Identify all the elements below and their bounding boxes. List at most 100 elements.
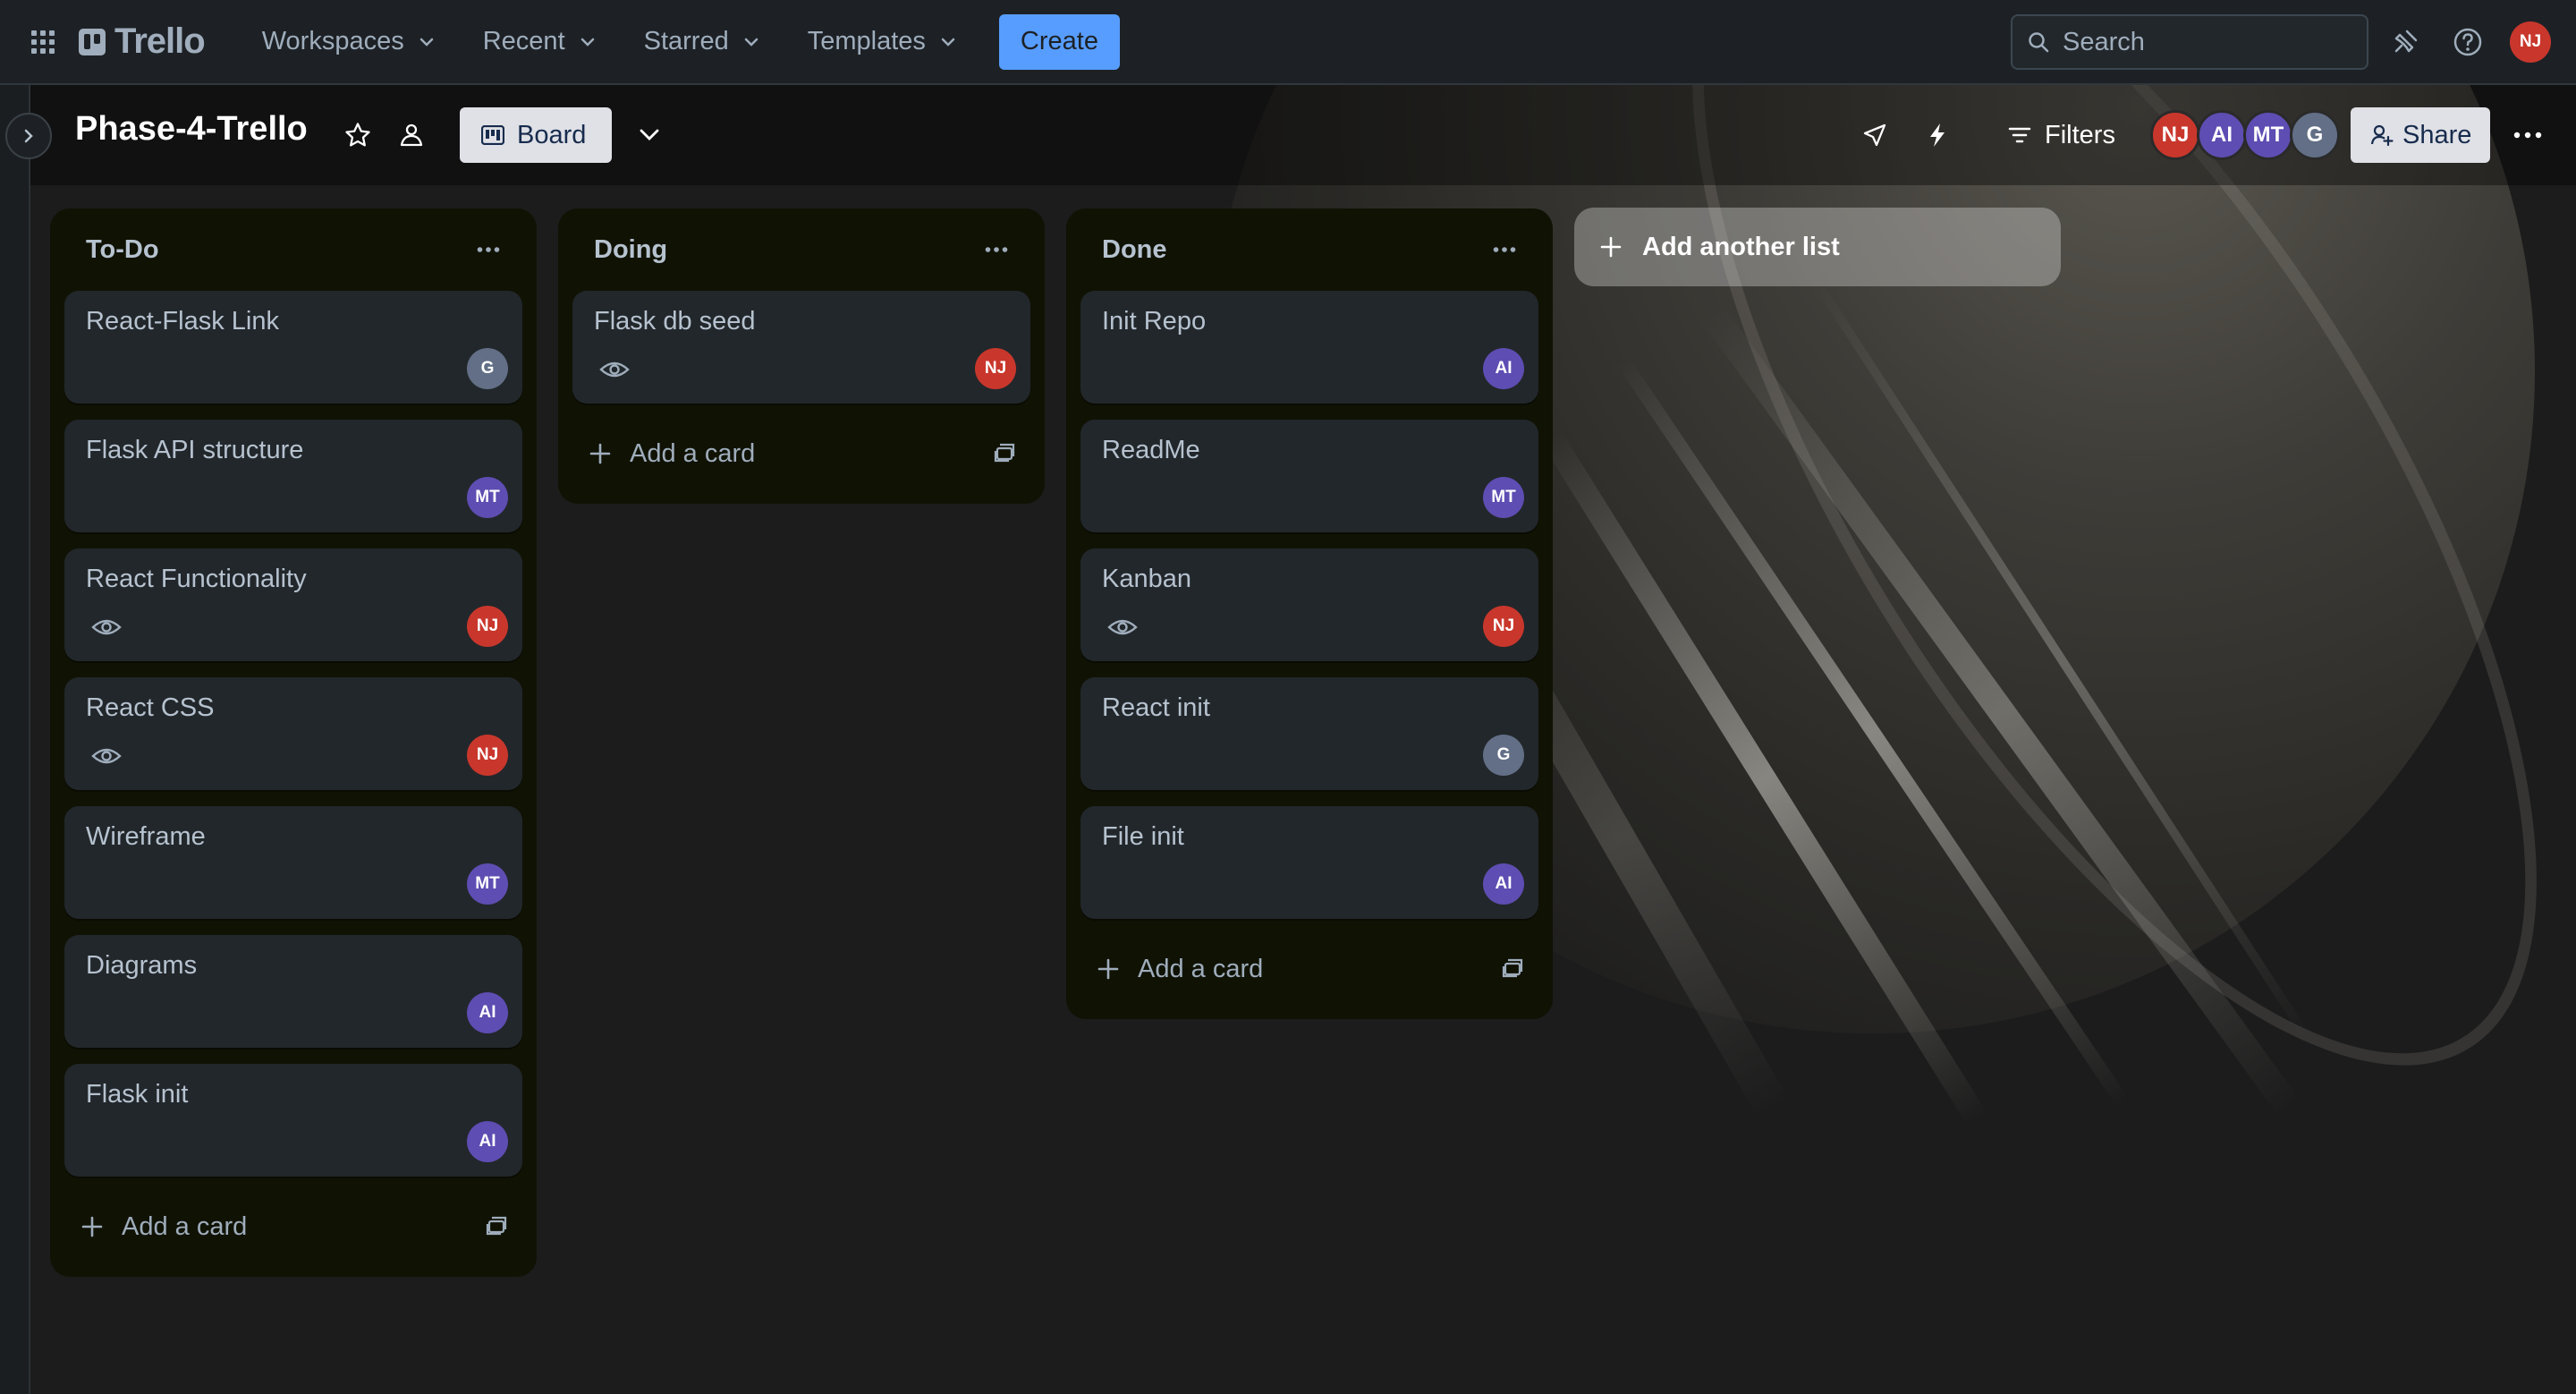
share-label: Share bbox=[2402, 120, 2472, 149]
card-title: File init bbox=[1102, 822, 1184, 851]
board-member-avatar[interactable]: MT bbox=[2243, 110, 2293, 160]
card-member-avatar[interactable]: AI bbox=[1483, 348, 1524, 389]
card-react-flask-link[interactable]: React-Flask Link G bbox=[64, 291, 522, 404]
plus-icon bbox=[1097, 957, 1120, 981]
card-member-avatar[interactable]: NJ bbox=[467, 735, 508, 776]
list-title[interactable]: Done bbox=[1102, 235, 1167, 265]
plus-icon bbox=[589, 442, 612, 465]
automation-icon[interactable] bbox=[1918, 115, 1957, 155]
chevron-down-icon bbox=[580, 38, 594, 47]
card-member-avatar[interactable]: AI bbox=[467, 1121, 508, 1162]
add-card-label: Add a card bbox=[122, 1211, 248, 1241]
list-header: Done bbox=[1080, 208, 1538, 291]
card-member-avatar[interactable]: MT bbox=[467, 863, 508, 905]
chevron-down-icon bbox=[744, 38, 758, 47]
top-navigation-bar: Trello Workspaces Recent Starred Templat… bbox=[0, 0, 2576, 85]
nav-recent-label: Recent bbox=[482, 27, 565, 55]
card-title: Flask API structure bbox=[86, 436, 304, 464]
card-member-avatar[interactable]: NJ bbox=[975, 348, 1016, 389]
card-member-avatar[interactable]: NJ bbox=[467, 606, 508, 647]
card-member-avatar[interactable]: G bbox=[1483, 735, 1524, 776]
visibility-workspace-icon[interactable] bbox=[392, 115, 431, 155]
search-icon bbox=[2029, 32, 2049, 53]
board-member-avatar[interactable]: AI bbox=[2197, 110, 2247, 160]
add-person-icon bbox=[2370, 124, 2394, 147]
create-button[interactable]: Create bbox=[998, 13, 1120, 70]
watching-eye-icon bbox=[91, 745, 122, 767]
card-title: React-Flask Link bbox=[86, 307, 279, 336]
board-member-avatar[interactable]: G bbox=[2290, 110, 2340, 160]
card-member-avatar[interactable]: AI bbox=[467, 992, 508, 1033]
board-title[interactable]: Phase-4-Trello bbox=[75, 110, 308, 149]
watching-eye-icon bbox=[599, 359, 630, 380]
card-react-css[interactable]: React CSS NJ bbox=[64, 677, 522, 790]
card-flask-init[interactable]: Flask init AI bbox=[64, 1064, 522, 1177]
card-title: React init bbox=[1102, 693, 1210, 722]
card-title: Kanban bbox=[1102, 565, 1191, 593]
list-header: To-Do bbox=[64, 208, 522, 291]
app-switcher-icon[interactable] bbox=[25, 24, 61, 60]
card-file-init[interactable]: File init AI bbox=[1080, 806, 1538, 919]
card-diagrams[interactable]: Diagrams AI bbox=[64, 935, 522, 1048]
more-options-icon[interactable] bbox=[2508, 115, 2547, 155]
nav-templates-dropdown[interactable]: Templates bbox=[784, 14, 981, 70]
board-header: Phase-4-Trello Board Filters NJ AI MT G … bbox=[30, 85, 2576, 185]
card-flask-db-seed[interactable]: Flask db seed NJ bbox=[572, 291, 1030, 404]
card-readme[interactable]: ReadMe MT bbox=[1080, 420, 1538, 532]
card-init-repo[interactable]: Init Repo AI bbox=[1080, 291, 1538, 404]
list-title[interactable]: To-Do bbox=[86, 235, 159, 265]
power-ups-icon[interactable] bbox=[1855, 115, 1894, 155]
card-flask-api-structure[interactable]: Flask API structure MT bbox=[64, 420, 522, 532]
nav-workspaces-dropdown[interactable]: Workspaces bbox=[239, 14, 460, 70]
list-title[interactable]: Doing bbox=[594, 235, 667, 265]
filters-label: Filters bbox=[2045, 120, 2115, 149]
help-icon[interactable] bbox=[2449, 23, 2487, 61]
sidebar-collapsed bbox=[0, 85, 30, 1394]
add-another-list-button[interactable]: Add another list bbox=[1574, 208, 2061, 286]
search-input[interactable]: Search bbox=[2011, 14, 2368, 70]
card-title: Wireframe bbox=[86, 822, 206, 851]
list-actions-icon[interactable] bbox=[472, 234, 504, 266]
create-from-template-icon[interactable] bbox=[485, 1215, 508, 1238]
view-switcher-chevron-icon[interactable] bbox=[630, 115, 669, 155]
board-view-label: Board bbox=[517, 120, 587, 149]
nav-starred-label: Starred bbox=[643, 27, 729, 55]
add-card-button[interactable]: Add a card bbox=[572, 420, 1030, 488]
filter-icon bbox=[2008, 127, 2031, 143]
filters-button[interactable]: Filters bbox=[1998, 107, 2124, 163]
user-avatar[interactable]: NJ bbox=[2510, 21, 2551, 63]
board-view-button[interactable]: Board bbox=[460, 107, 612, 163]
add-card-button[interactable]: Add a card bbox=[64, 1193, 522, 1261]
trello-logo-icon bbox=[79, 28, 106, 55]
card-member-avatar[interactable]: AI bbox=[1483, 863, 1524, 905]
share-button[interactable]: Share bbox=[2351, 107, 2490, 163]
card-title: Flask init bbox=[86, 1080, 189, 1109]
add-card-button[interactable]: Add a card bbox=[1080, 935, 1538, 1003]
create-from-template-icon[interactable] bbox=[993, 442, 1016, 465]
board-member-avatar[interactable]: NJ bbox=[2150, 110, 2200, 160]
card-member-avatar[interactable]: MT bbox=[1483, 477, 1524, 518]
trello-logo-text: Trello bbox=[114, 21, 206, 61]
list-actions-icon[interactable] bbox=[980, 234, 1013, 266]
card-title: Flask db seed bbox=[594, 307, 756, 336]
chevron-down-icon bbox=[941, 38, 955, 47]
list-doing: Doing Flask db seed NJ Add a card bbox=[558, 208, 1045, 504]
nav-starred-dropdown[interactable]: Starred bbox=[621, 14, 784, 70]
create-from-template-icon[interactable] bbox=[1501, 957, 1524, 981]
card-member-avatar[interactable]: MT bbox=[467, 477, 508, 518]
trello-logo[interactable]: Trello bbox=[79, 21, 206, 62]
card-kanban[interactable]: Kanban NJ bbox=[1080, 548, 1538, 661]
card-member-avatar[interactable]: NJ bbox=[1483, 606, 1524, 647]
card-react-init[interactable]: React init G bbox=[1080, 677, 1538, 790]
card-title: Init Repo bbox=[1102, 307, 1207, 336]
card-title: Diagrams bbox=[86, 951, 198, 980]
card-wireframe[interactable]: Wireframe MT bbox=[64, 806, 522, 919]
expand-sidebar-button[interactable] bbox=[5, 113, 52, 159]
nav-recent-dropdown[interactable]: Recent bbox=[460, 14, 621, 70]
notifications-icon[interactable] bbox=[2386, 23, 2424, 61]
card-react-functionality[interactable]: React Functionality NJ bbox=[64, 548, 522, 661]
nav-workspaces-label: Workspaces bbox=[261, 27, 404, 55]
star-board-icon[interactable] bbox=[338, 115, 377, 155]
list-actions-icon[interactable] bbox=[1488, 234, 1521, 266]
card-member-avatar[interactable]: G bbox=[467, 348, 508, 389]
